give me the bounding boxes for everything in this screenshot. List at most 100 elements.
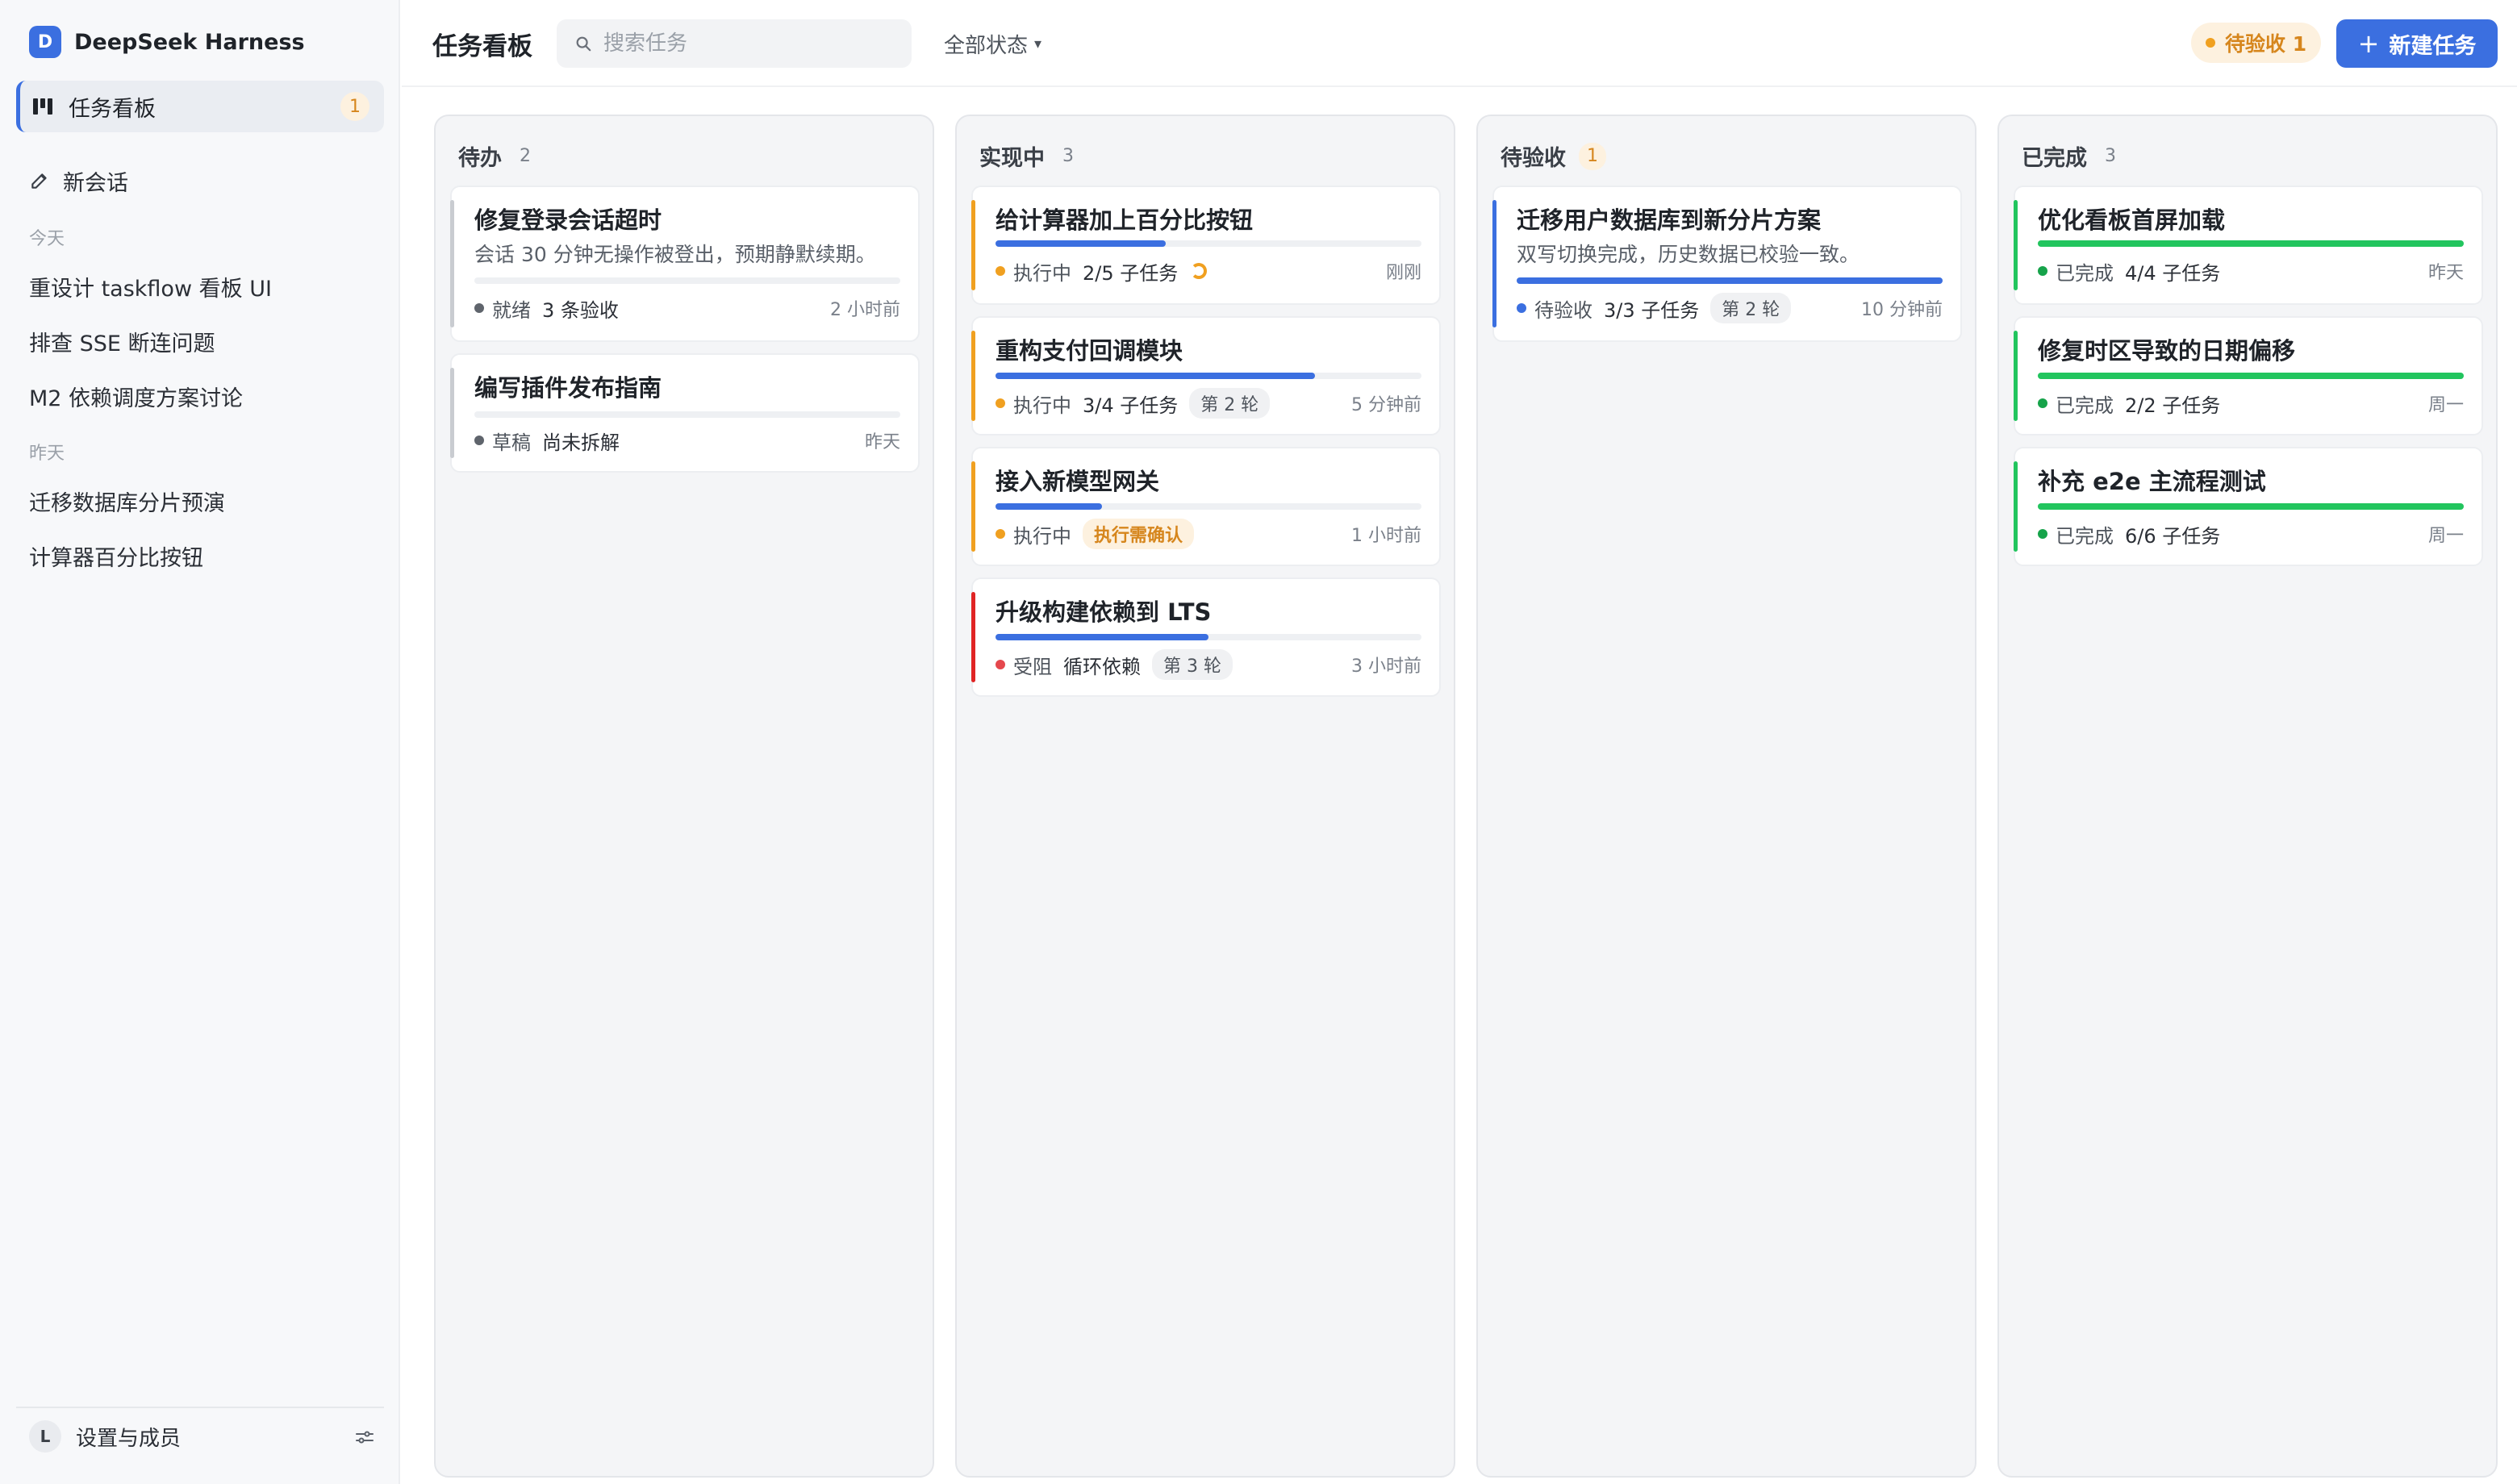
card-progress-fill — [1517, 277, 1943, 284]
card-subinfo: 2/2 子任务 — [2125, 394, 2221, 417]
avatar: L — [29, 1420, 61, 1453]
column-header: 实现中 3 — [979, 140, 1074, 172]
search-box[interactable] — [557, 19, 912, 68]
card-progress — [1517, 277, 1943, 284]
settings-label: 设置与成员 — [76, 1426, 182, 1451]
card-meta: 执行中 执行需确认 1 小时前 — [996, 518, 1421, 550]
pencil-icon — [31, 173, 47, 189]
card-progress — [2038, 240, 2464, 247]
sidebar-item-task-board[interactable]: 任务看板 1 — [16, 81, 384, 132]
task-card[interactable]: 修复登录会话超时 会话 30 分钟无操作被登出，预期静默续期。 就绪 3 条验收… — [450, 186, 920, 342]
card-progress — [996, 634, 1421, 640]
card-progress — [474, 411, 900, 418]
new-task-button[interactable]: + 新建任务 — [2336, 19, 2498, 68]
pending-review-label: 待验收 1 — [2225, 32, 2307, 56]
new-chat-button[interactable]: 新会话 — [29, 165, 128, 197]
task-card[interactable]: 补充 e2e 主流程测试 已完成 6/6 子任务 周一 — [2014, 447, 2483, 566]
kanban-board-icon — [33, 97, 54, 116]
task-card[interactable]: 重构支付回调模块 执行中 3/4 子任务 第 2 轮 5 分钟前 — [971, 316, 1441, 436]
task-card[interactable]: 迁移用户数据库到新分片方案 双写切换完成，历史数据已校验一致。 待验收 3/3 … — [1492, 186, 1962, 342]
history-group-label: 今天 — [29, 229, 65, 249]
card-meta: 已完成 6/6 子任务 周一 — [2038, 518, 2464, 550]
card-status: 已完成 — [2056, 394, 2114, 417]
status-dot-icon — [1517, 303, 1526, 313]
card-subinfo: 3 条验收 — [542, 298, 619, 322]
chevron-down-icon: ▾ — [1034, 35, 1042, 52]
sliders-icon[interactable] — [355, 1429, 374, 1445]
status-filter-dropdown[interactable]: 全部状态 ▾ — [944, 29, 1041, 59]
card-status-bar — [450, 200, 454, 327]
task-card[interactable]: 优化看板首屏加载 已完成 4/4 子任务 昨天 — [2014, 186, 2483, 305]
column-title: 待办 — [458, 146, 502, 171]
task-card[interactable]: 升级构建依赖到 LTS 受阻 循环依赖 第 3 轮 3 小时前 — [971, 577, 1441, 697]
card-status: 草稿 — [492, 431, 531, 454]
history-item[interactable]: 迁移数据库分片预演 — [29, 486, 225, 517]
column-title: 已完成 — [2022, 146, 2087, 171]
card-status-bar — [450, 368, 454, 458]
task-card[interactable]: 给计算器加上百分比按钮 执行中 2/5 子任务 刚刚 — [971, 186, 1441, 305]
pending-review-badge[interactable]: 待验收 1 — [2191, 23, 2322, 63]
card-progress — [996, 240, 1421, 247]
card-subinfo: 尚未拆解 — [542, 431, 620, 454]
column-count: 3 — [2105, 146, 2116, 166]
card-status: 受阻 — [1013, 655, 1052, 678]
card-time: 5 分钟前 — [1351, 395, 1421, 415]
card-meta: 就绪 3 条验收 2 小时前 — [474, 292, 900, 324]
settings-and-members[interactable]: L 设置与成员 — [16, 1407, 384, 1465]
status-dot-icon — [996, 266, 1005, 276]
column-title: 实现中 — [979, 146, 1045, 171]
card-meta: 执行中 3/4 子任务 第 2 轮 5 分钟前 — [996, 387, 1421, 419]
round-badge: 第 2 轮 — [1189, 388, 1271, 419]
card-progress-fill — [996, 503, 1102, 510]
card-time: 3 小时前 — [1351, 657, 1421, 677]
status-dot-icon — [2038, 398, 2047, 408]
history-item[interactable]: 排查 SSE 断连问题 — [29, 326, 215, 357]
card-progress — [2038, 503, 2464, 510]
status-dot-icon — [2038, 266, 2047, 276]
page-title: 任务看板 — [432, 32, 532, 61]
card-status-bar — [971, 461, 975, 552]
card-meta: 待验收 3/3 子任务 第 2 轮 10 分钟前 — [1517, 292, 1943, 324]
brand[interactable]: D DeepSeek Harness — [29, 26, 305, 58]
card-title: 升级构建依赖到 LTS — [996, 598, 1212, 626]
history-item[interactable]: 重设计 taskflow 看板 UI — [29, 271, 272, 302]
card-status-bar — [2014, 200, 2018, 290]
card-status: 就绪 — [492, 298, 531, 322]
card-subinfo: 6/6 子任务 — [2125, 524, 2221, 548]
card-status: 待验收 — [1534, 298, 1592, 322]
task-card[interactable]: 接入新模型网关 执行中 执行需确认 1 小时前 — [971, 447, 1441, 566]
column-in-progress: 实现中 3 给计算器加上百分比按钮 执行中 2/5 子任务 刚刚 重构支付回调模… — [955, 115, 1455, 1478]
history-item[interactable]: M2 依赖调度方案讨论 — [29, 381, 243, 412]
card-title: 补充 e2e 主流程测试 — [2038, 468, 2266, 495]
brand-logo: D — [29, 26, 61, 58]
card-status-bar — [2014, 461, 2018, 552]
card-title: 接入新模型网关 — [996, 468, 1160, 495]
card-time: 昨天 — [864, 432, 900, 452]
card-title: 给计算器加上百分比按钮 — [996, 206, 1254, 234]
card-meta: 受阻 循环依赖 第 3 轮 3 小时前 — [996, 648, 1421, 681]
history-item[interactable]: 计算器百分比按钮 — [29, 540, 203, 572]
search-input[interactable] — [603, 31, 894, 56]
pending-dot-icon — [2206, 38, 2215, 48]
card-time: 2 小时前 — [830, 300, 900, 320]
card-time: 1 小时前 — [1351, 526, 1421, 546]
card-subinfo: 3/4 子任务 — [1083, 394, 1179, 417]
card-progress-fill — [996, 373, 1315, 379]
card-progress — [996, 503, 1421, 510]
task-card[interactable]: 编写插件发布指南 草稿 尚未拆解 昨天 — [450, 353, 920, 473]
card-time: 周一 — [2427, 395, 2464, 415]
card-desc: 会话 30 分钟无操作被登出，预期静默续期。 — [474, 243, 876, 266]
card-time: 刚刚 — [1385, 263, 1421, 283]
round-badge: 第 2 轮 — [1710, 293, 1792, 323]
task-card[interactable]: 修复时区导致的日期偏移 已完成 2/2 子任务 周一 — [2014, 316, 2483, 436]
column-header: 待验收 1 — [1501, 140, 1606, 172]
card-progress — [474, 277, 900, 284]
column-title: 待验收 — [1501, 146, 1566, 171]
card-status: 执行中 — [1013, 524, 1071, 548]
status-dot-icon — [474, 436, 484, 445]
status-dot-icon — [996, 398, 1005, 408]
column-count: 2 — [520, 146, 531, 166]
history-group-label: 昨天 — [29, 444, 65, 464]
needs-confirmation-badge[interactable]: 执行需确认 — [1083, 519, 1195, 549]
status-filter-label: 全部状态 — [944, 34, 1029, 58]
